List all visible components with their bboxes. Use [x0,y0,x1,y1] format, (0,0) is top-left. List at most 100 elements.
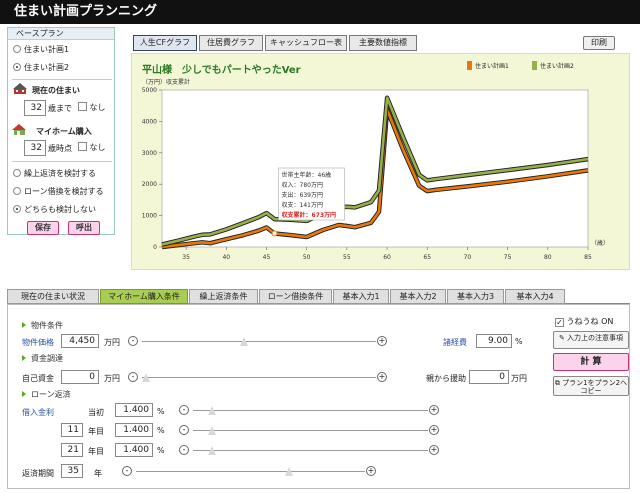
interest-rate-label: 借入金利 [22,408,54,417]
input-notes-button[interactable]: ✎ 入力上の注意事項 [553,331,629,349]
rate-row2-year-input[interactable]: 11 [61,423,83,437]
property-price-slider-track[interactable] [142,341,376,342]
rate-row2-year-unit: 年目 [88,427,104,436]
option-refinance-radio[interactable]: ローン借換を検討する [13,186,104,198]
base-plan-panel: ベースプラン 住まい計画1 住まい計画2 現在の住まい 32 歳まで なし マイ… [7,27,115,235]
current-home-title: 現在の住まい [32,86,80,95]
rate-row1-slider-track[interactable] [193,410,428,411]
radio-icon [13,169,21,177]
rate-row1-plus-button[interactable]: + [429,405,439,415]
y-tick-label: 4000 [142,118,157,125]
rate-row3-unit: % [157,446,165,455]
own-funds-input[interactable]: 0 [61,370,99,384]
tab-refinance-conditions[interactable]: ローン借換条件 [259,289,332,304]
x-tick-label: 80 [544,254,552,261]
property-price-unit: 万円 [104,338,120,347]
misc-cost-input[interactable]: 9.00 [476,334,512,348]
property-price-slider-thumb[interactable] [239,336,249,347]
tab-purchase-conditions[interactable]: マイホーム購入条件 [100,289,188,304]
own-funds-slider-thumb[interactable] [141,372,151,383]
purchase-none-checkbox[interactable]: なし [78,142,106,153]
app-title: 住まい計画プランニング [0,0,640,24]
current-home-age-input[interactable]: 32 [24,100,46,116]
option-none-radio[interactable]: どちらも検討しない [13,204,96,216]
property-price-input[interactable]: 4,450 [61,334,99,348]
tooltip-marker [271,230,278,237]
x-tick-label: 60 [383,254,391,261]
tab-key-indicators[interactable]: 主要数値指標 [349,35,417,51]
parents-support-input[interactable]: 0 [469,370,509,384]
purchase-conditions-form: 物件条件 物件価格 4,450 万円 - + 諸経費 9.00 % 資金調達 自… [7,304,630,489]
tab-basic-input-3[interactable]: 基本入力3 [447,289,504,304]
rate-row2-unit: % [157,426,165,435]
parents-support-unit: 万円 [511,374,527,383]
tooltip-line: 収支：141万円 [282,201,323,209]
property-price-plus-button[interactable]: + [377,336,387,346]
tab-life-cf-graph[interactable]: 人生CFグラフ [133,35,197,51]
period-slider-track[interactable] [136,471,365,472]
rate-row2-minus-button[interactable]: - [179,425,189,435]
tooltip-highlight: 収支累計：673万円 [282,211,337,219]
tab-prepay-conditions[interactable]: 繰上返済条件 [189,289,258,304]
copy-icon: ⧉ [554,379,560,387]
own-funds-plus-button[interactable]: + [377,372,387,382]
purchase-age-input[interactable]: 32 [24,140,46,156]
own-funds-minus-button[interactable]: - [128,372,138,382]
y-tick-label: 1000 [142,213,157,220]
print-button[interactable]: 印刷 [583,36,615,50]
period-slider-thumb[interactable] [284,466,294,477]
misc-cost-label: 諸経費 [443,338,467,347]
tips-toggle[interactable]: ✓ うねうね ON [555,316,613,327]
property-price-minus-button[interactable]: - [128,336,138,346]
cf-line-chart: 0 1000 2000 3000 4000 5000 35 40 45 50 55 60 65 70 75 8… [142,87,609,261]
copy-plan-button[interactable]: ⧉ プラン1をプラン2へコピー [553,376,629,396]
current-home-none-checkbox[interactable]: なし [78,102,106,113]
rate-row2-input[interactable]: 1.400 [115,423,153,437]
save-button[interactable]: 保存 [27,221,59,235]
radio-icon [13,45,21,53]
loan-section-header: ローン返済 [22,389,71,400]
tab-basic-input-1[interactable]: 基本入力1 [333,289,389,304]
rate-row3-year-input[interactable]: 21 [61,443,83,457]
tab-basic-input-2[interactable]: 基本入力2 [390,289,446,304]
repayment-period-input[interactable]: 35 [61,464,83,478]
own-funds-slider-track[interactable] [142,377,376,378]
rate-row3-slider-track[interactable] [193,450,428,451]
checked-checkbox-icon: ✓ [555,318,564,327]
rate-row1-slider-thumb[interactable] [207,405,217,416]
purchase-unit: 歳時点 [48,144,72,153]
base-plan-header: ベースプラン [8,28,114,40]
rate-row1-input[interactable]: 1.400 [115,403,153,417]
rate-row2-plus-button[interactable]: + [429,425,439,435]
period-minus-button[interactable]: - [122,466,132,476]
chart-panel: 平山様 少しでもパートやったVer （万円）収支累計 住まい計画1 住まい計画2… [131,53,630,270]
calculate-button[interactable]: 計 算 [553,353,629,371]
tab-housing-cost-graph[interactable]: 住居費グラフ [199,35,263,51]
x-tick-label: 65 [423,254,431,261]
rate-row1-minus-button[interactable]: - [179,405,189,415]
rate-row1-prefix: 当初 [88,408,104,417]
misc-cost-unit: % [515,337,523,346]
tab-cashflow-table[interactable]: キャッシュフロー表 [265,35,347,51]
repayment-period-unit: 年 [94,469,102,478]
plan2-radio[interactable]: 住まい計画2 [13,62,69,74]
purchase-title: マイホーム購入 [36,127,92,136]
x-tick-label: 85 [584,254,592,261]
rate-row3-minus-button[interactable]: - [179,445,189,455]
x-tick-label: 75 [504,254,512,261]
tab-basic-input-4[interactable]: 基本入力4 [505,289,565,304]
own-funds-label: 自己資金 [22,374,54,383]
rate-row2-slider-thumb[interactable] [207,425,217,436]
rate-row3-slider-thumb[interactable] [207,445,217,456]
rate-row2-slider-track[interactable] [193,430,428,431]
current-home-unit: 歳まで [48,104,72,113]
option-prepay-radio[interactable]: 繰上返済を検討する [13,168,96,180]
period-plus-button[interactable]: + [366,466,376,476]
condition-tabs: 現在の住まい状況 マイホーム購入条件 繰上返済条件 ローン借換条件 基本入力1 … [7,289,630,304]
x-axis-label: （歳） [591,239,609,247]
rate-row3-plus-button[interactable]: + [429,445,439,455]
tab-current-home[interactable]: 現在の住まい状況 [7,289,99,304]
rate-row3-input[interactable]: 1.400 [115,443,153,457]
load-button[interactable]: 呼出 [68,221,100,235]
plan1-radio[interactable]: 住まい計画1 [13,44,69,56]
